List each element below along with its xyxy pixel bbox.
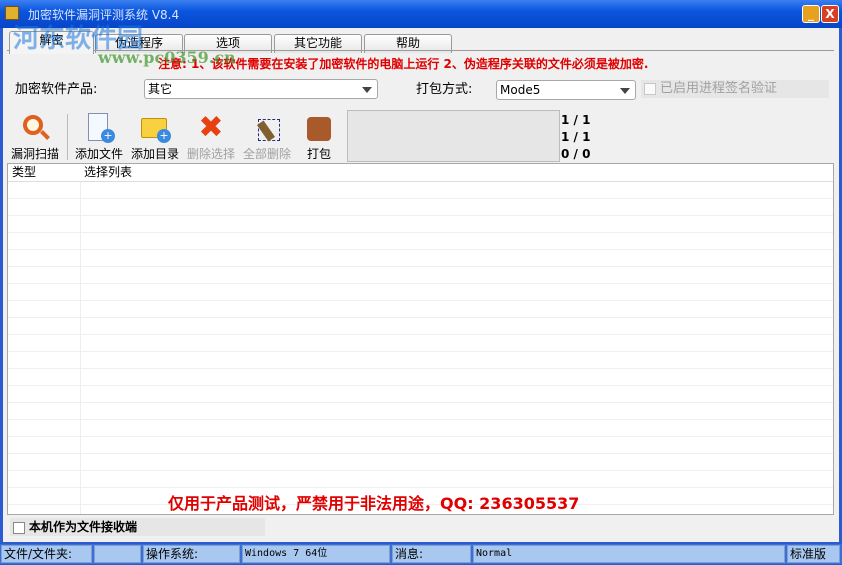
toolbar-separator — [67, 114, 68, 160]
count-3: 0 / 0 — [561, 147, 591, 161]
product-label: 加密软件产品: — [15, 82, 98, 97]
brush-icon — [252, 113, 282, 143]
status-msg-value: Normal — [473, 545, 785, 563]
product-select[interactable]: 其它 — [144, 79, 378, 99]
pack-label: 打包方式: — [416, 82, 473, 97]
package-icon — [304, 113, 334, 143]
scan-button[interactable]: 漏洞扫描 — [7, 110, 63, 162]
chevron-down-icon — [362, 87, 372, 93]
pack-select[interactable]: Mode5 — [496, 80, 636, 100]
add-dir-label: 添加目录 — [130, 147, 179, 161]
column-selection[interactable]: 选择列表 — [84, 164, 132, 181]
watermark-url: www.pc0359.cn — [98, 48, 236, 67]
add-file-button[interactable]: + 添加文件 — [71, 110, 127, 162]
sign-check-checkbox[interactable]: 已启用进程签名验证 — [641, 80, 829, 98]
minimize-button[interactable]: _ — [802, 5, 820, 23]
close-button[interactable]: X — [821, 5, 839, 23]
magnifier-icon — [20, 113, 50, 143]
toolbar: 漏洞扫描 + 添加文件 + 添加目录 ✖ 删除选择 全部删除 打包 1 / 1 … — [7, 110, 727, 162]
delete-selected-label: 删除选择 — [186, 147, 235, 161]
warning-text: 仅用于产品测试，严禁用于非法用途，QQ: 236305537 — [168, 494, 580, 513]
status-file-value — [94, 545, 141, 563]
delete-all-button[interactable]: 全部删除 — [239, 110, 295, 162]
status-os-label: 操作系统: — [143, 545, 240, 563]
count-2: 1 / 1 — [561, 130, 591, 144]
checkbox-icon — [13, 521, 25, 534]
pack-value: Mode5 — [500, 83, 541, 97]
column-divider — [80, 182, 81, 514]
receiver-label: 本机作为文件接收端 — [29, 520, 138, 534]
main-window: 河东软件园 www.pc0359.cn 解密 伪造程序 选项 其它功能 帮助 注… — [3, 24, 839, 542]
sign-check-label: 已启用进程签名验证 — [660, 81, 778, 96]
add-file-icon: + — [84, 113, 115, 143]
pack-button[interactable]: 打包 — [291, 110, 347, 162]
progress-area — [347, 110, 560, 162]
checkbox-icon — [644, 82, 656, 95]
list-header: 类型 选择列表 — [8, 164, 833, 182]
file-list[interactable]: 类型 选择列表 — [7, 163, 834, 515]
delete-selected-button[interactable]: ✖ 删除选择 — [183, 110, 239, 162]
add-folder-icon: + — [140, 113, 171, 143]
delete-all-label: 全部删除 — [242, 147, 291, 161]
status-file-label: 文件/文件夹: — [1, 545, 92, 563]
count-1: 1 / 1 — [561, 113, 591, 127]
receiver-checkbox[interactable]: 本机作为文件接收端 — [10, 518, 265, 536]
delete-x-icon: ✖ — [198, 110, 224, 145]
product-value: 其它 — [148, 82, 173, 96]
list-body — [8, 182, 833, 514]
chevron-down-icon — [620, 88, 630, 94]
status-os-value: Windows 7 64位 — [242, 545, 390, 563]
status-msg-label: 消息: — [392, 545, 471, 563]
column-type[interactable]: 类型 — [12, 164, 36, 181]
status-bar: 文件/文件夹: 操作系统: Windows 7 64位 消息: Normal 标… — [0, 544, 842, 564]
status-edition: 标准版 — [787, 545, 840, 563]
add-file-label: 添加文件 — [74, 147, 123, 161]
pack-label-text: 打包 — [306, 147, 331, 161]
scan-label: 漏洞扫描 — [10, 147, 59, 161]
add-dir-button[interactable]: + 添加目录 — [127, 110, 183, 162]
progress-counts: 1 / 1 1 / 1 0 / 0 — [561, 112, 590, 163]
